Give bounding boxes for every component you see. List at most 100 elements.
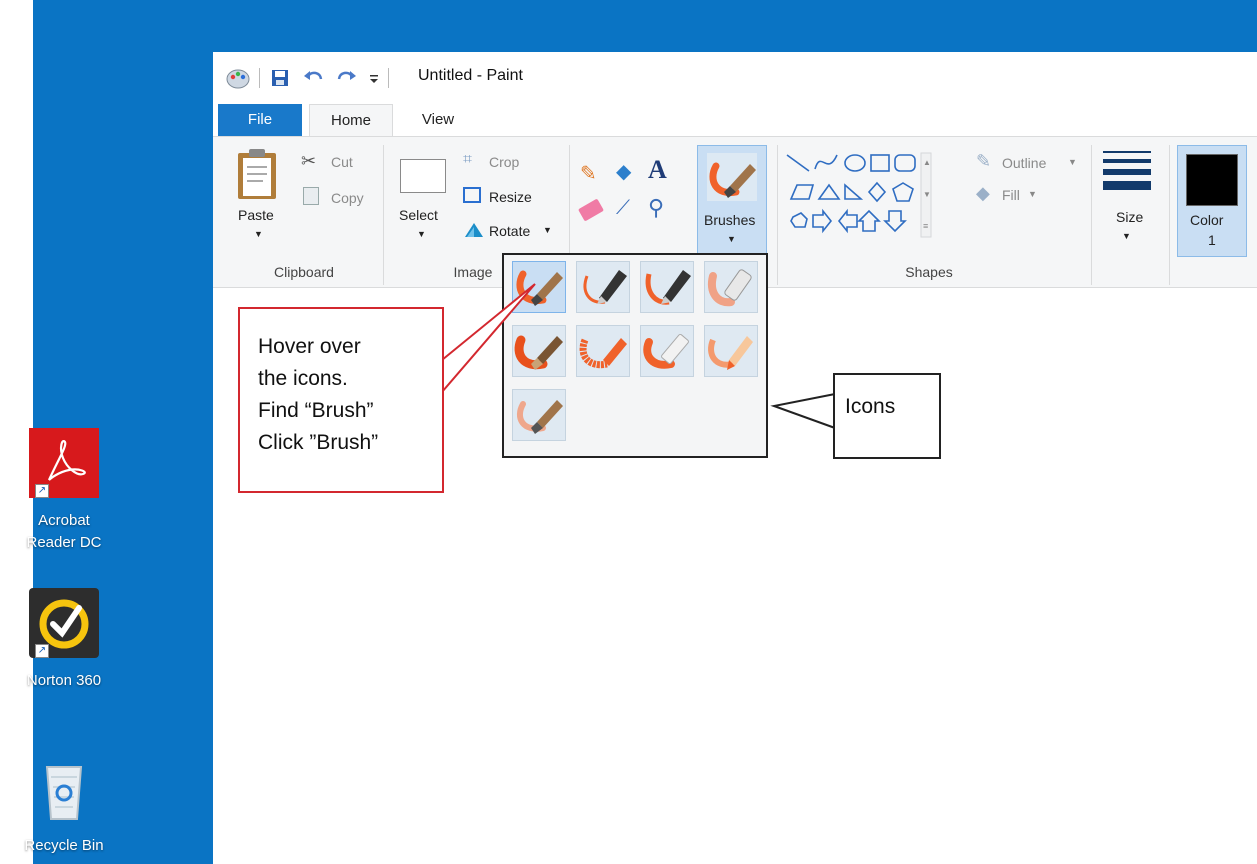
resize-button[interactable]: Resize	[463, 185, 553, 209]
callout-line: the icons.	[258, 367, 348, 390]
crop-label: Crop	[489, 154, 520, 170]
brush-option-airbrush[interactable]	[704, 261, 758, 313]
chevron-down-icon: ▼	[543, 225, 552, 235]
brush-option-watercolor[interactable]	[512, 389, 566, 441]
tab-view[interactable]: View	[403, 104, 473, 136]
rotate-button[interactable]: Rotate ▼	[463, 219, 563, 243]
color1-label: Color	[1190, 212, 1224, 228]
crop-icon: ⌗	[463, 151, 473, 168]
svg-text:≡: ≡	[923, 221, 928, 231]
select-label: Select	[399, 207, 438, 223]
customize-toolbar-icon[interactable]	[368, 68, 380, 88]
paste-label: Paste	[238, 207, 274, 223]
toolbar-separator	[259, 68, 260, 88]
desktop-icon-label: Norton 360	[26, 672, 102, 689]
copy-icon	[303, 187, 319, 205]
desktop-icon-label: Recycle Bin	[24, 837, 104, 854]
brush-option-calligraphy-1[interactable]	[576, 261, 630, 313]
brush-flyout	[502, 253, 768, 458]
selection-rect-icon	[400, 159, 446, 193]
crop-button[interactable]: ⌗ Crop	[463, 151, 543, 175]
resize-label: Resize	[489, 189, 532, 205]
desktop-icon-norton[interactable]: ↗ Norton 360	[16, 588, 112, 692]
color1-number: 1	[1208, 232, 1216, 248]
marker-icon	[643, 333, 689, 369]
copy-button[interactable]: Copy	[301, 185, 376, 209]
chevron-down-icon: ▼	[1028, 189, 1037, 199]
toolbar-separator	[388, 68, 389, 88]
tab-home[interactable]: Home	[309, 104, 393, 137]
cut-button[interactable]: ✂ Cut	[301, 151, 371, 175]
save-icon[interactable]	[270, 68, 290, 88]
color1-swatch	[1186, 154, 1238, 206]
callout-line: Hover over	[258, 335, 361, 358]
brush-option-brush[interactable]	[512, 261, 566, 313]
callout-text: Hover over the icons. Find “Brush” Click…	[258, 331, 378, 459]
recycle-bin-icon	[45, 766, 83, 820]
title-bar: Untitled - Paint	[213, 52, 1257, 104]
clipboard-icon	[238, 149, 276, 199]
brush-option-oil-brush[interactable]	[512, 325, 566, 377]
crayon-icon	[579, 338, 627, 369]
brushes-button[interactable]: Brushes ▼	[697, 145, 767, 257]
tab-file[interactable]: File	[218, 104, 302, 136]
brush-option-natural-pencil[interactable]	[704, 325, 758, 377]
callout-line: Click ”Brush”	[258, 431, 379, 454]
icons-callout-label: Icons	[845, 395, 896, 418]
desktop-icon-label: Acrobat	[38, 512, 90, 529]
shapes-gallery[interactable]: ▲ ▼ ≡	[785, 149, 961, 249]
magnifier-icon[interactable]: ⚲	[648, 195, 664, 221]
rotate-icon	[465, 223, 483, 237]
instruction-callout: Hover over the icons. Find “Brush” Click…	[238, 307, 444, 493]
size-button[interactable]: Size ▼	[1099, 147, 1159, 247]
calligraphy-pen-icon	[645, 270, 691, 305]
redo-icon[interactable]	[336, 68, 358, 88]
rotate-label: Rotate	[489, 223, 531, 239]
chevron-down-icon: ▼	[417, 229, 426, 239]
color-picker-icon[interactable]: ⟋	[616, 197, 630, 220]
callout-line: Find “Brush”	[258, 399, 374, 422]
select-button[interactable]: Select ▼	[397, 155, 453, 245]
line-width-icon	[1103, 151, 1151, 190]
fill-button[interactable]: ◆ Fill ▼	[976, 183, 1066, 207]
svg-text:▼: ▼	[923, 190, 931, 199]
outline-pencil-icon: ✎	[976, 151, 992, 171]
group-divider	[1091, 145, 1092, 285]
fill-bucket-icon[interactable]: ◆	[616, 159, 631, 184]
fill-label: Fill	[1002, 187, 1020, 203]
brushes-label: Brushes	[704, 212, 756, 228]
group-divider	[1169, 145, 1170, 285]
outline-button[interactable]: ✎ Outline ▼	[976, 151, 1086, 175]
oil-brush-icon	[514, 335, 563, 370]
brush-option-calligraphy-2[interactable]	[640, 261, 694, 313]
pencil-icon[interactable]: ✎	[580, 161, 597, 186]
group-divider	[777, 145, 778, 285]
desktop-icon-recycle-bin[interactable]: Recycle Bin	[16, 755, 112, 857]
desktop-icon-acrobat[interactable]: ↗ Acrobat Reader DC	[16, 428, 112, 554]
desktop-icon-label: Reader DC	[26, 534, 102, 551]
color1-button[interactable]: Color 1	[1177, 145, 1247, 257]
paste-button[interactable]: Paste ▼	[235, 147, 285, 247]
cut-label: Cut	[331, 154, 353, 170]
chevron-down-icon: ▼	[727, 234, 736, 244]
ribbon-tabs: File Home View	[213, 104, 1257, 137]
text-icon[interactable]: A	[648, 155, 667, 185]
outline-label: Outline	[1002, 155, 1047, 171]
size-label: Size	[1116, 209, 1144, 225]
group-label-clipboard: Clipboard	[274, 264, 334, 280]
undo-icon[interactable]	[302, 68, 324, 88]
fill-icon: ◆	[976, 183, 990, 203]
shortcut-arrow-icon: ↗	[35, 484, 49, 498]
paint-app-icon[interactable]	[225, 66, 251, 90]
brush-option-crayon[interactable]	[576, 325, 630, 377]
brush-option-marker[interactable]	[640, 325, 694, 377]
copy-label: Copy	[331, 190, 364, 206]
calligraphy-pen-icon	[583, 270, 627, 304]
tools-group: ✎ ◆ A ⟋ ⚲	[577, 155, 678, 237]
icons-callout: Icons	[833, 373, 941, 459]
group-label-image: Image	[453, 264, 493, 280]
airbrush-icon	[708, 269, 752, 307]
eraser-icon[interactable]	[577, 198, 605, 222]
scissors-icon: ✂	[301, 151, 317, 171]
resize-icon	[463, 187, 481, 203]
